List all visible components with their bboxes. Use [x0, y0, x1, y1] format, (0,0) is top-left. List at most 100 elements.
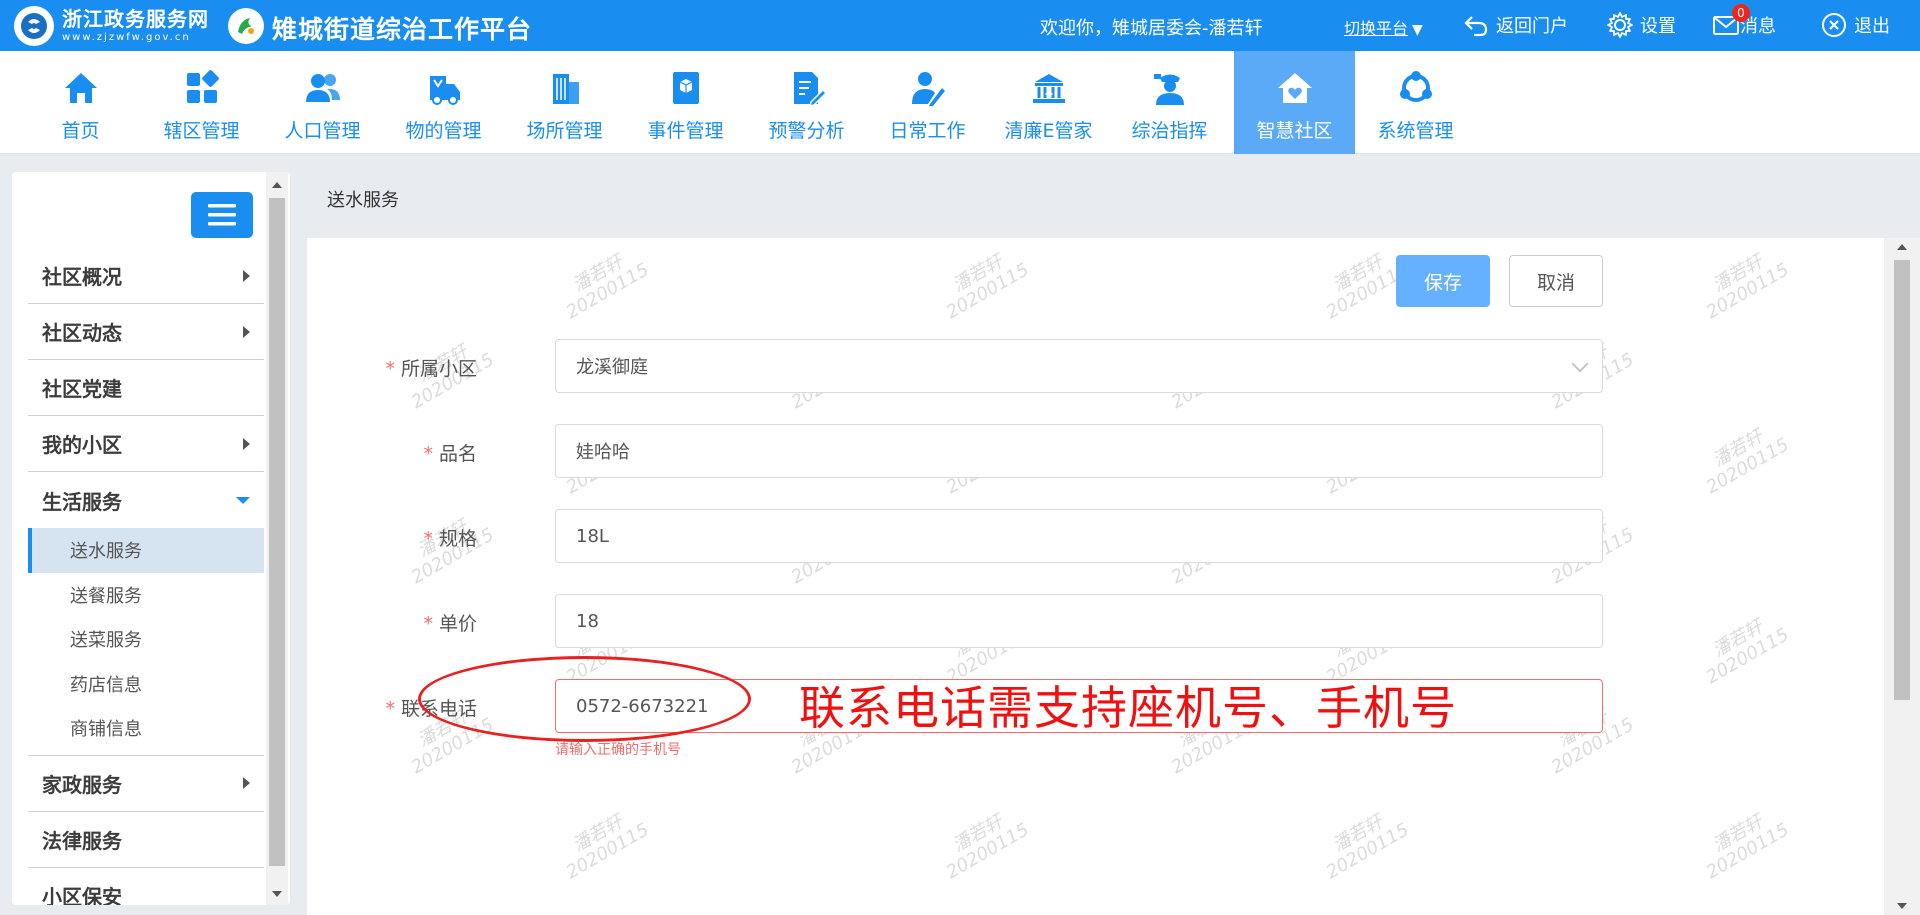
scroll-up-icon[interactable]	[1897, 244, 1907, 250]
gear-icon	[1607, 12, 1633, 38]
nav-label: 智慧社区	[1256, 120, 1333, 142]
watermark: 潘若轩20200115	[1693, 608, 1793, 688]
document-edit-icon	[793, 72, 827, 108]
annotation-ellipse	[418, 656, 751, 742]
watermark-name: 潘若轩	[1709, 811, 1767, 857]
brand-name: 浙江政务服务网	[62, 7, 209, 31]
logout-button[interactable]: 退出	[1820, 10, 1890, 40]
sidebar-subitem-pharmacy[interactable]: 药店信息	[28, 662, 264, 707]
community-label-text: 所属小区	[400, 358, 477, 380]
watermark: 潘若轩20200115	[1313, 803, 1413, 883]
nav-item-daily-work[interactable]: 日常工作	[867, 51, 988, 154]
required-mark: *	[385, 358, 395, 380]
menu-toggle-button[interactable]	[191, 192, 253, 238]
content-scrollbar[interactable]	[1884, 238, 1920, 915]
switch-platform-link[interactable]: 切换平台 ▼	[1344, 15, 1423, 39]
spec-field-label: * 规格	[307, 524, 477, 551]
watermark: 潘若轩20200115	[553, 803, 653, 884]
nav-item-places[interactable]: 场所管理	[504, 51, 625, 154]
people-icon	[305, 74, 340, 102]
community-select[interactable]: 龙溪御庭	[555, 339, 1603, 393]
watermark-date: 20200115	[562, 259, 653, 324]
nav-item-command[interactable]: 综治指挥	[1109, 51, 1230, 154]
sidebar-item-news[interactable]: 社区动态	[28, 304, 264, 360]
nav-label: 系统管理	[1377, 120, 1454, 142]
watermark-name: 潘若轩	[1709, 616, 1767, 662]
sidebar-item-security[interactable]: 小区保安	[28, 868, 264, 906]
zjzwfw-logo-icon	[14, 6, 54, 46]
sidebar-item-party[interactable]: 社区党建	[28, 360, 264, 416]
user-pen-icon	[911, 72, 945, 106]
watermark-name: 潘若轩	[569, 811, 627, 857]
landmark-icon	[1032, 74, 1065, 103]
nav-label: 综治指挥	[1131, 120, 1208, 142]
content-scroll-thumb[interactable]	[1894, 260, 1910, 700]
sidebar-scrollbar[interactable]	[266, 172, 288, 905]
return-portal-button[interactable]: 返回门户	[1462, 10, 1568, 40]
watermark: 潘若轩20200115	[933, 243, 1033, 323]
nav-item-events[interactable]: 事件管理	[625, 51, 746, 154]
price-field-label: * 单价	[307, 609, 477, 636]
sidebar-item-label: 社区党建	[42, 377, 122, 401]
spec-label-text: 规格	[438, 528, 477, 550]
product-name-value: 娃哈哈	[576, 442, 630, 463]
scroll-down-icon[interactable]	[1897, 903, 1907, 909]
save-button[interactable]: 保存	[1396, 255, 1490, 307]
nav-item-warning[interactable]: 预警分析	[746, 51, 867, 154]
watermark-name: 潘若轩	[1709, 426, 1767, 472]
sidebar-subitem-meal[interactable]: 送餐服务	[28, 573, 264, 618]
brand[interactable]: 浙江政务服务网 www.zjzwfw.gov.cn	[14, 6, 209, 46]
product-name-input[interactable]: 娃哈哈	[555, 424, 1603, 478]
event-book-icon	[672, 72, 699, 104]
return-portal-label: 返回门户	[1496, 16, 1568, 37]
watermark-date: 20200115	[562, 819, 653, 884]
grid-icon	[186, 70, 219, 103]
scroll-up-icon[interactable]	[272, 182, 282, 188]
page-title: 送水服务	[327, 190, 399, 211]
sidebar-item-legal[interactable]: 法律服务	[28, 812, 264, 868]
sidebar-subitem-vegetable[interactable]: 送菜服务	[28, 617, 264, 662]
nav-item-system[interactable]: 系统管理	[1355, 51, 1476, 154]
caret-right-icon	[243, 777, 250, 789]
sidebar-item-overview[interactable]: 社区概况	[28, 248, 264, 304]
sidebar-subitem-shops[interactable]: 商铺信息	[28, 706, 264, 751]
watermark-date: 20200115	[1702, 819, 1793, 884]
settings-button[interactable]: 设置	[1606, 10, 1676, 40]
sidebar-item-life-services[interactable]: 生活服务	[28, 472, 264, 528]
nav-label: 日常工作	[889, 120, 966, 142]
sidebar-item-my-community[interactable]: 我的小区	[28, 416, 264, 472]
watermark-name: 潘若轩	[949, 811, 1007, 857]
sidebar-subitem-water[interactable]: 送水服务	[28, 528, 264, 573]
scroll-down-icon[interactable]	[272, 891, 282, 897]
nav-label: 人口管理	[284, 120, 361, 142]
nav-label: 辖区管理	[163, 120, 240, 142]
nav-item-smart-community[interactable]: 智慧社区	[1234, 51, 1355, 154]
home-icon	[64, 73, 97, 103]
house-heart-icon	[1277, 73, 1312, 103]
nav-label: 场所管理	[526, 120, 603, 142]
switch-platform-label: 切换平台	[1344, 19, 1409, 38]
nav-item-district[interactable]: 辖区管理	[141, 51, 262, 154]
sidebar-item-housekeeping[interactable]: 家政服务	[28, 756, 264, 812]
sidebar-item-label: 我的小区	[42, 433, 122, 457]
sidebar-item-label: 社区概况	[42, 265, 122, 289]
messages-button[interactable]: 0 消息	[1712, 4, 1776, 40]
required-mark: *	[385, 698, 395, 720]
cancel-button[interactable]: 取消	[1509, 255, 1603, 307]
spec-input[interactable]: 18L	[555, 509, 1603, 563]
nav-item-objects[interactable]: 物的管理	[383, 51, 504, 154]
nav-item-home[interactable]: 首页	[20, 51, 141, 154]
nav-item-integrity[interactable]: 清廉E管家	[988, 51, 1109, 154]
watermark-name: 潘若轩	[569, 251, 627, 297]
price-input[interactable]: 18	[555, 594, 1603, 648]
sidebar-item-label: 家政服务	[42, 772, 122, 797]
community-select-value: 龙溪御庭	[576, 357, 648, 378]
nav-item-population[interactable]: 人口管理	[262, 51, 383, 154]
sidebar-scroll-thumb[interactable]	[269, 198, 285, 866]
logout-label: 退出	[1854, 16, 1890, 37]
settings-label: 设置	[1640, 16, 1676, 37]
sidebar: 社区概况 社区动态 社区党建 我的小区 生活服务 送水服务 送餐服务 送菜服务 …	[12, 172, 290, 905]
form-panel: 潘若轩 20200115 潘若轩 20200115 潘若轩 20200115 潘若轩 2…	[307, 238, 1920, 915]
watermark-name: 潘若轩	[1329, 811, 1387, 857]
welcome-text: 欢迎你，雉城居委会-潘若轩	[1040, 18, 1263, 39]
